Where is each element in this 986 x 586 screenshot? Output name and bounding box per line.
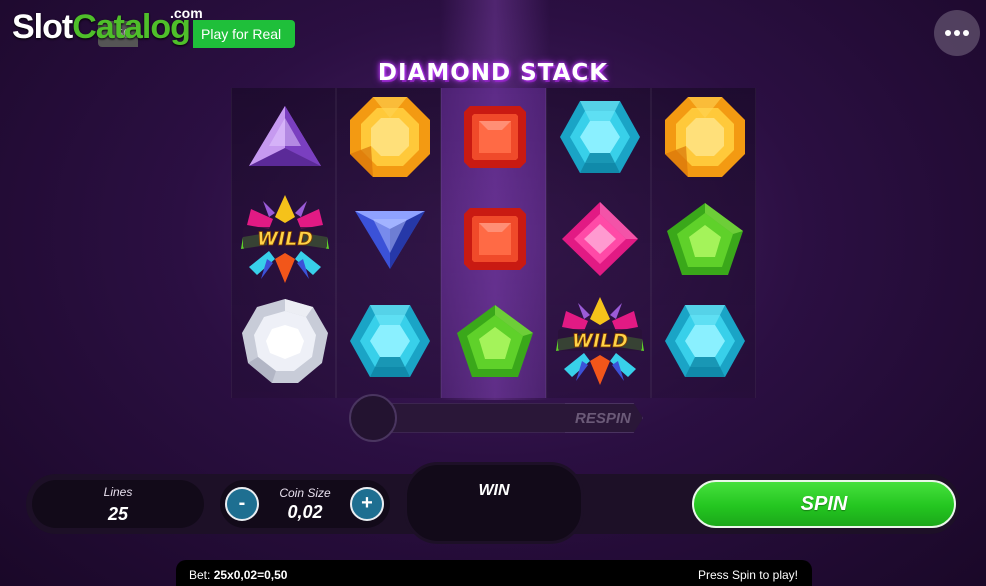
reel-1: WILD <box>231 88 336 398</box>
game-title: DIAMOND STACK <box>377 60 609 86</box>
play-for-real-button[interactable]: Play for Real <box>193 20 295 48</box>
lines-display: Lines 25 <box>32 480 204 528</box>
symbol-pink-diamond-gem <box>547 189 652 289</box>
coin-size-value: 0,02 <box>287 502 323 522</box>
symbol-cyan-hexagon-gem <box>337 291 442 391</box>
respin-knob <box>349 394 397 442</box>
logo-com-text: .com <box>170 5 203 21</box>
more-dots-icon <box>945 30 969 36</box>
respin-meter: RESPIN <box>349 394 649 442</box>
reel-2 <box>336 88 441 398</box>
symbol-orange-octagon-gem <box>337 87 442 187</box>
spin-button[interactable]: SPIN <box>692 480 956 528</box>
symbol-red-square-gem <box>442 189 547 289</box>
coin-increase-button[interactable]: + <box>350 487 384 521</box>
reel-3 <box>441 88 546 398</box>
menu-button[interactable] <box>934 10 980 56</box>
wild-label: WILD <box>572 330 628 352</box>
symbol-wild: WILD <box>232 189 337 289</box>
wild-label: WILD <box>257 228 313 250</box>
symbol-green-pentagon-gem <box>652 189 757 289</box>
lines-label: Lines <box>103 485 133 499</box>
symbol-blue-triangle-gem <box>337 189 442 289</box>
lines-value: 25 <box>107 504 129 524</box>
symbol-cyan-hexagon-gem <box>652 291 757 391</box>
symbol-wild: WILD <box>547 291 652 391</box>
logo-slot-text: Slot <box>12 8 73 46</box>
bet-value: 25x0,02=0,50 <box>213 568 288 582</box>
symbol-purple-triangle-gem <box>232 87 337 187</box>
bet-prefix: Bet: <box>189 568 214 582</box>
coin-decrease-button[interactable]: - <box>225 487 259 521</box>
coin-size-label: Coin Size <box>279 486 331 500</box>
reels-grid: WILD WILD <box>231 88 756 398</box>
respin-label: RESPIN <box>565 403 643 433</box>
reel-5 <box>651 88 756 398</box>
play-prompt: Press Spin to play! <box>697 568 798 582</box>
symbol-white-diamond <box>232 291 337 391</box>
symbol-orange-octagon-gem <box>652 87 757 187</box>
symbol-cyan-hexagon-gem <box>547 87 652 187</box>
bet-info: Bet: 25x0,02=0,50 <box>189 568 287 582</box>
status-bar: Bet: 25x0,02=0,50 Press Spin to play! <box>176 560 812 586</box>
win-display <box>404 462 584 544</box>
reel-4: WILD <box>546 88 651 398</box>
symbol-red-square-gem <box>442 87 547 187</box>
win-label: WIN <box>478 482 510 499</box>
symbol-green-pentagon-gem <box>442 291 547 391</box>
slotcatalog-logo: SlotCatalog .com <box>12 6 203 46</box>
